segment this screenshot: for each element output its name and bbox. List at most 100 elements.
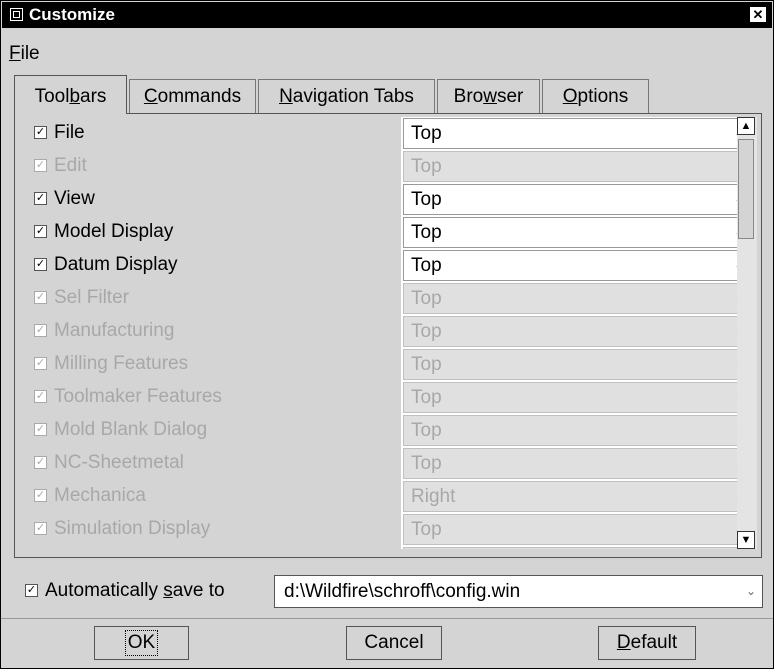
toolbar-checkbox[interactable]: ✓ xyxy=(34,192,47,205)
toolbar-position-value: Top xyxy=(411,156,442,177)
tab-navigation-tabs[interactable]: Navigation Tabs xyxy=(258,79,435,113)
tab-commands[interactable]: Commands xyxy=(129,79,256,113)
toolbar-position-value: Top xyxy=(411,453,442,474)
toolbar-checkbox: ✓ xyxy=(34,357,47,370)
window-menu-icon[interactable] xyxy=(10,8,23,21)
toolbar-name: Milling Features xyxy=(54,353,189,374)
toolbar-position-select[interactable]: Top⌄ xyxy=(403,217,749,248)
toolbar-row: ✓ Mold Blank Dialog Top⌄ xyxy=(29,414,749,447)
toolbar-row: ✓ NC-Sheetmetal Top⌄ xyxy=(29,447,749,480)
toolbar-checkbox: ✓ xyxy=(34,390,47,403)
toolbars-panel: ✓ File Top⌄ ✓ Edit Top⌄ ✓ View Top⌄ ✓ Model Displa… xyxy=(14,113,762,558)
toolbar-toggle[interactable]: ✓ View xyxy=(29,183,401,216)
title-bar[interactable]: Customize ✕ xyxy=(2,2,772,28)
toolbar-name: Edit xyxy=(54,155,87,176)
scroll-up-icon[interactable]: ▲ xyxy=(737,117,755,135)
scroll-down-icon[interactable]: ▼ xyxy=(737,531,755,549)
toolbar-toggle: ✓ Edit xyxy=(29,150,401,183)
cancel-button[interactable]: Cancel xyxy=(346,626,442,660)
toolbar-row: ✓ View Top⌄ xyxy=(29,183,749,216)
tab-toolbars[interactable]: Toolbars xyxy=(14,75,127,114)
toolbar-row: ✓ File Top⌄ xyxy=(29,117,749,150)
toolbar-name: Simulation Display xyxy=(54,518,211,539)
toolbar-position-value: Top xyxy=(411,420,442,441)
toolbar-position-select: Top⌄ xyxy=(403,283,749,314)
toolbar-row: ✓ Sel Filter Top⌄ xyxy=(29,282,749,315)
toolbar-checkbox: ✓ xyxy=(34,489,47,502)
toolbar-toggle[interactable]: ✓ Datum Display xyxy=(29,249,401,282)
toolbar-toggle: ✓ Toolmaker Features xyxy=(29,381,401,414)
toolbar-row: ✓ Edit Top⌄ xyxy=(29,150,749,183)
toolbar-name: Mold Blank Dialog xyxy=(54,419,208,440)
toolbar-row: ✓ Simulation Display Top⌄ xyxy=(29,513,749,546)
toolbar-position-value: Top xyxy=(411,288,442,309)
toolbar-position-select[interactable]: Top⌄ xyxy=(403,250,749,281)
toolbar-position-select: Top⌄ xyxy=(403,316,749,347)
toolbar-position-value: Top xyxy=(411,321,442,342)
toolbar-toggle[interactable]: ✓ Model Display xyxy=(29,216,401,249)
toolbar-position-value: Top xyxy=(411,519,442,540)
toolbar-position-select: Top⌄ xyxy=(403,382,749,413)
menu-bar: File xyxy=(9,43,40,65)
toolbar-checkbox[interactable]: ✓ xyxy=(34,258,47,271)
toolbar-name: Model Display xyxy=(54,221,174,242)
toolbar-position-select: Top⌄ xyxy=(403,514,749,545)
toolbar-name: Animation Model xyxy=(54,546,196,549)
chevron-down-icon[interactable]: ⌄ xyxy=(740,576,762,607)
close-button[interactable]: ✕ xyxy=(750,7,766,22)
toolbar-row: ✓ Datum Display Top⌄ xyxy=(29,249,749,282)
default-button[interactable]: Default xyxy=(598,626,696,660)
toolbar-checkbox: ✓ xyxy=(34,522,47,535)
toolbar-position-value: Top xyxy=(411,222,442,243)
toolbar-checkbox: ✓ xyxy=(34,159,47,172)
button-separator xyxy=(1,618,773,619)
toolbar-position-select: Right⌄ xyxy=(403,547,749,549)
toolbar-position-select[interactable]: Top⌄ xyxy=(403,118,749,149)
toolbar-name: Manufacturing xyxy=(54,320,175,341)
tab-browser[interactable]: Browser xyxy=(437,79,540,113)
vertical-scrollbar[interactable]: ▲ ▼ xyxy=(737,117,757,549)
toolbar-toggle: ✓ NC-Sheetmetal xyxy=(29,447,401,480)
config-path-combobox[interactable]: d:\Wildfire\schroff\config.win ⌄ xyxy=(274,575,763,608)
toolbar-position-value: Top xyxy=(411,255,442,276)
toolbar-row: ✓ Milling Features Top⌄ xyxy=(29,348,749,381)
toolbar-name: View xyxy=(54,188,95,209)
toolbar-toggle: ✓ Mechanica xyxy=(29,480,401,513)
toolbar-checkbox[interactable]: ✓ xyxy=(34,126,47,139)
toolbar-position-value: Top xyxy=(411,189,442,210)
toolbar-toggle: ✓ Mold Blank Dialog xyxy=(29,414,401,447)
ok-button[interactable]: OK xyxy=(94,626,189,660)
customize-dialog: Customize ✕ File Toolbars Commands Navigat… xyxy=(0,0,774,669)
toolbar-position-select[interactable]: Top⌄ xyxy=(403,184,749,215)
scrollbar-thumb[interactable] xyxy=(738,139,754,239)
toolbar-row: ✓ Model Display Top⌄ xyxy=(29,216,749,249)
toolbar-position-value: Top xyxy=(411,123,442,144)
toolbar-row: ✓ Manufacturing Top⌄ xyxy=(29,315,749,348)
toolbar-toggle[interactable]: ✓ File xyxy=(29,117,401,150)
toolbar-name: Mechanica xyxy=(54,485,146,506)
toolbar-checkbox: ✓ xyxy=(34,291,47,304)
toolbar-checkbox: ✓ xyxy=(34,324,47,337)
toolbar-name: Sel Filter xyxy=(54,287,129,308)
toolbar-toggle: ✓ Sel Filter xyxy=(29,282,401,315)
toolbar-name: File xyxy=(54,122,85,143)
toolbar-row: ✓ Mechanica Right⌄ xyxy=(29,480,749,513)
menu-file[interactable]: File xyxy=(9,43,40,64)
toolbar-checkbox[interactable]: ✓ xyxy=(34,225,47,238)
toolbar-position-value: Top xyxy=(411,354,442,375)
toolbar-row: ✓ Toolmaker Features Top⌄ xyxy=(29,381,749,414)
toolbar-position-select: Top⌄ xyxy=(403,151,749,182)
auto-save-checkbox[interactable]: ✓ xyxy=(25,584,38,597)
toolbar-row: ✓Animation ModelRight⌄ xyxy=(29,546,749,549)
toolbar-name: NC-Sheetmetal xyxy=(54,452,184,473)
tab-options[interactable]: Options xyxy=(542,79,649,113)
toolbar-toggle: ✓ Milling Features xyxy=(29,348,401,381)
toolbar-toggle: ✓Animation Model xyxy=(29,546,401,549)
toolbar-toggle: ✓ Manufacturing xyxy=(29,315,401,348)
toolbar-position-select: Right⌄ xyxy=(403,481,749,512)
toolbar-list: ✓ File Top⌄ ✓ Edit Top⌄ ✓ View Top⌄ ✓ Model Displa… xyxy=(29,117,749,549)
config-path-value: d:\Wildfire\schroff\config.win xyxy=(284,581,521,602)
toolbar-position-select: Top⌄ xyxy=(403,448,749,479)
toolbar-name: Toolmaker Features xyxy=(54,386,222,407)
toolbar-position-select: Top⌄ xyxy=(403,349,749,380)
